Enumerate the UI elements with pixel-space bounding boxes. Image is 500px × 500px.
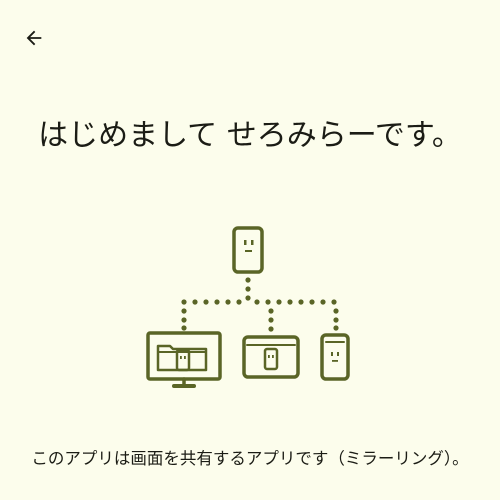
arrow-back-icon bbox=[26, 30, 42, 46]
tablet-icon bbox=[242, 335, 300, 379]
onboarding-screen: はじめまして せろみらーです。 このアプリは画面を共有するアプリです（ミラーリン… bbox=[0, 0, 500, 500]
page-title: はじめまして せろみらーです。 bbox=[38, 118, 462, 153]
screen-mirroring-devices-illustration bbox=[146, 226, 350, 388]
app-description: このアプリは画面を共有するアプリです（ミラーリング）。 bbox=[31, 449, 469, 468]
back-button[interactable] bbox=[14, 18, 54, 58]
